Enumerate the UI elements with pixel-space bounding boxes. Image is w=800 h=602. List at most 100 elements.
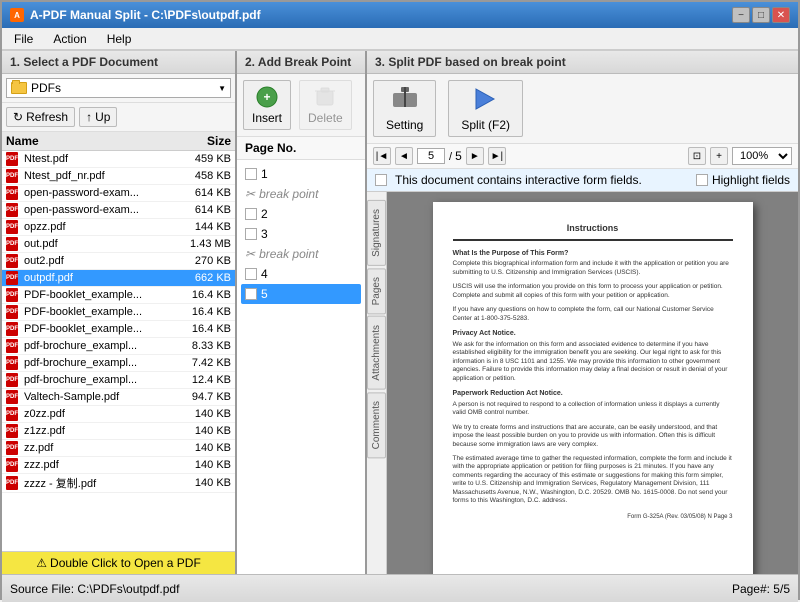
break-point-item[interactable]: ✂break point (241, 184, 361, 204)
pdf-icon: PDF (6, 356, 18, 370)
page-checkbox[interactable] (245, 208, 257, 220)
zoom-select[interactable]: 100% 75% 50% 125% (732, 147, 792, 165)
prev-page-button[interactable]: ◄ (395, 147, 413, 165)
file-row[interactable]: PDF outpdf.pdf 662 KB (2, 270, 235, 287)
file-icon: PDF (6, 220, 20, 234)
page-number: 1 (261, 167, 268, 181)
pdf-icon: PDF (6, 458, 18, 472)
menu-help[interactable]: Help (99, 30, 140, 48)
folder-dropdown[interactable]: PDFs ▼ (6, 78, 231, 98)
up-button[interactable]: ↑ Up (79, 107, 117, 127)
file-row[interactable]: PDF Ntest.pdf 459 KB (2, 151, 235, 168)
setting-button[interactable]: Setting (373, 80, 436, 137)
sidebar-tab-attachments[interactable]: Attachments (367, 316, 386, 390)
file-row[interactable]: PDF PDF-booklet_example... 16.4 KB (2, 304, 235, 321)
maximize-button[interactable]: □ (752, 7, 770, 23)
right-panel: 3. Split PDF based on break point Settin… (367, 51, 798, 574)
sidebar-tab-signatures[interactable]: Signatures (367, 200, 386, 266)
file-name: Valtech-Sample.pdf (24, 391, 171, 403)
file-name: pdf-brochure_exampl... (24, 357, 171, 369)
file-name: open-password-exam... (24, 187, 171, 199)
pdf-icon: PDF (6, 390, 18, 404)
file-list-footer: ⚠ Double Click to Open a PDF (2, 551, 235, 574)
next-page-button[interactable]: ► (466, 147, 484, 165)
zoom-in-button[interactable]: + (710, 147, 728, 165)
page-checkbox[interactable] (245, 168, 257, 180)
file-row[interactable]: PDF zzz.pdf 140 KB (2, 457, 235, 474)
file-name: Ntest.pdf (24, 153, 171, 165)
pdf-title: Instructions (453, 222, 733, 241)
file-row[interactable]: PDF z0zz.pdf 140 KB (2, 406, 235, 423)
file-icon: PDF (6, 356, 20, 370)
zoom-fit-button[interactable]: ⊡ (688, 147, 706, 165)
file-icon: PDF (6, 305, 20, 319)
pdf-icon: PDF (6, 373, 18, 387)
insert-icon: + (255, 85, 279, 109)
page-list: 1✂break point23✂break point45 (237, 160, 365, 574)
highlight-checkbox[interactable] (696, 174, 708, 186)
zoom-controls: ⊡ + 100% 75% 50% 125% (688, 147, 792, 165)
file-size: 140 KB (171, 442, 231, 454)
file-row[interactable]: PDF Ntest_pdf_nr.pdf 458 KB (2, 168, 235, 185)
file-icon: PDF (6, 339, 20, 353)
file-row[interactable]: PDF open-password-exam... 614 KB (2, 202, 235, 219)
page-checkbox[interactable] (245, 268, 257, 280)
file-size: 16.4 KB (171, 323, 231, 335)
page-item[interactable]: 5 (241, 284, 361, 304)
sidebar-tab-pages[interactable]: Pages (367, 268, 386, 314)
file-name: PDF-booklet_example... (24, 323, 171, 335)
info-checkbox[interactable] (375, 174, 387, 186)
file-row[interactable]: PDF out.pdf 1.43 MB (2, 236, 235, 253)
pdf-icon: PDF (6, 322, 18, 336)
split-button[interactable]: Split (F2) (448, 80, 523, 137)
menu-action[interactable]: Action (45, 30, 94, 48)
page-item[interactable]: 1 (241, 164, 361, 184)
file-row[interactable]: PDF z1zz.pdf 140 KB (2, 423, 235, 440)
pdf-info-bar: This document contains interactive form … (367, 169, 798, 192)
sidebar-tab-comments[interactable]: Comments (367, 392, 386, 458)
file-row[interactable]: PDF zz.pdf 140 KB (2, 440, 235, 457)
file-row[interactable]: PDF zzzz - 复制.pdf 140 KB (2, 474, 235, 493)
file-row[interactable]: PDF opzz.pdf 144 KB (2, 219, 235, 236)
file-icon: PDF (6, 254, 20, 268)
file-icon: PDF (6, 186, 20, 200)
file-row[interactable]: PDF pdf-brochure_exampl... 7.42 KB (2, 355, 235, 372)
pdf-section: USCIS will use the information you provi… (453, 283, 733, 300)
page-checkbox[interactable] (245, 228, 257, 240)
left-panel-header: 1. Select a PDF Document (2, 51, 235, 74)
file-row[interactable]: PDF PDF-booklet_example... 16.4 KB (2, 321, 235, 338)
file-row[interactable]: PDF pdf-brochure_exampl... 8.33 KB (2, 338, 235, 355)
file-name: out2.pdf (24, 255, 171, 267)
sidebar-tabs: Signatures Pages Attachments Comments (367, 192, 387, 574)
first-page-button[interactable]: |◄ (373, 147, 391, 165)
window-controls: − □ ✕ (732, 7, 790, 23)
insert-button[interactable]: + Insert (243, 80, 291, 130)
page-item[interactable]: 2 (241, 204, 361, 224)
menu-file[interactable]: File (6, 30, 41, 48)
file-row[interactable]: PDF pdf-brochure_exampl... 12.4 KB (2, 372, 235, 389)
last-page-button[interactable]: ►| (488, 147, 506, 165)
file-size: 144 KB (171, 221, 231, 233)
section-text: Complete this biographical information f… (453, 260, 733, 277)
page-item[interactable]: 3 (241, 224, 361, 244)
file-row[interactable]: PDF open-password-exam... 614 KB (2, 185, 235, 202)
pdf-content[interactable]: Instructions What Is the Purpose of This… (387, 192, 798, 574)
page-checkbox[interactable] (245, 288, 257, 300)
file-row[interactable]: PDF out2.pdf 270 KB (2, 253, 235, 270)
page-item[interactable]: 4 (241, 264, 361, 284)
info-text: This document contains interactive form … (395, 173, 642, 187)
folder-name: PDFs (31, 81, 61, 95)
col-size-header: Size (171, 134, 231, 148)
minimize-button[interactable]: − (732, 7, 750, 23)
break-point-item[interactable]: ✂break point (241, 244, 361, 264)
page-number-input[interactable]: 5 (417, 148, 445, 164)
file-row[interactable]: PDF PDF-booklet_example... 16.4 KB (2, 287, 235, 304)
refresh-button[interactable]: ↻ Refresh (6, 107, 75, 127)
footer-text: Double Click to Open a PDF (50, 556, 201, 570)
pdf-icon: PDF (6, 169, 18, 183)
pdf-icon: PDF (6, 339, 18, 353)
svg-text:+: + (263, 90, 270, 104)
close-button[interactable]: ✕ (772, 7, 790, 23)
file-row[interactable]: PDF Valtech-Sample.pdf 94.7 KB (2, 389, 235, 406)
highlight-fields-check: Highlight fields (696, 173, 790, 187)
